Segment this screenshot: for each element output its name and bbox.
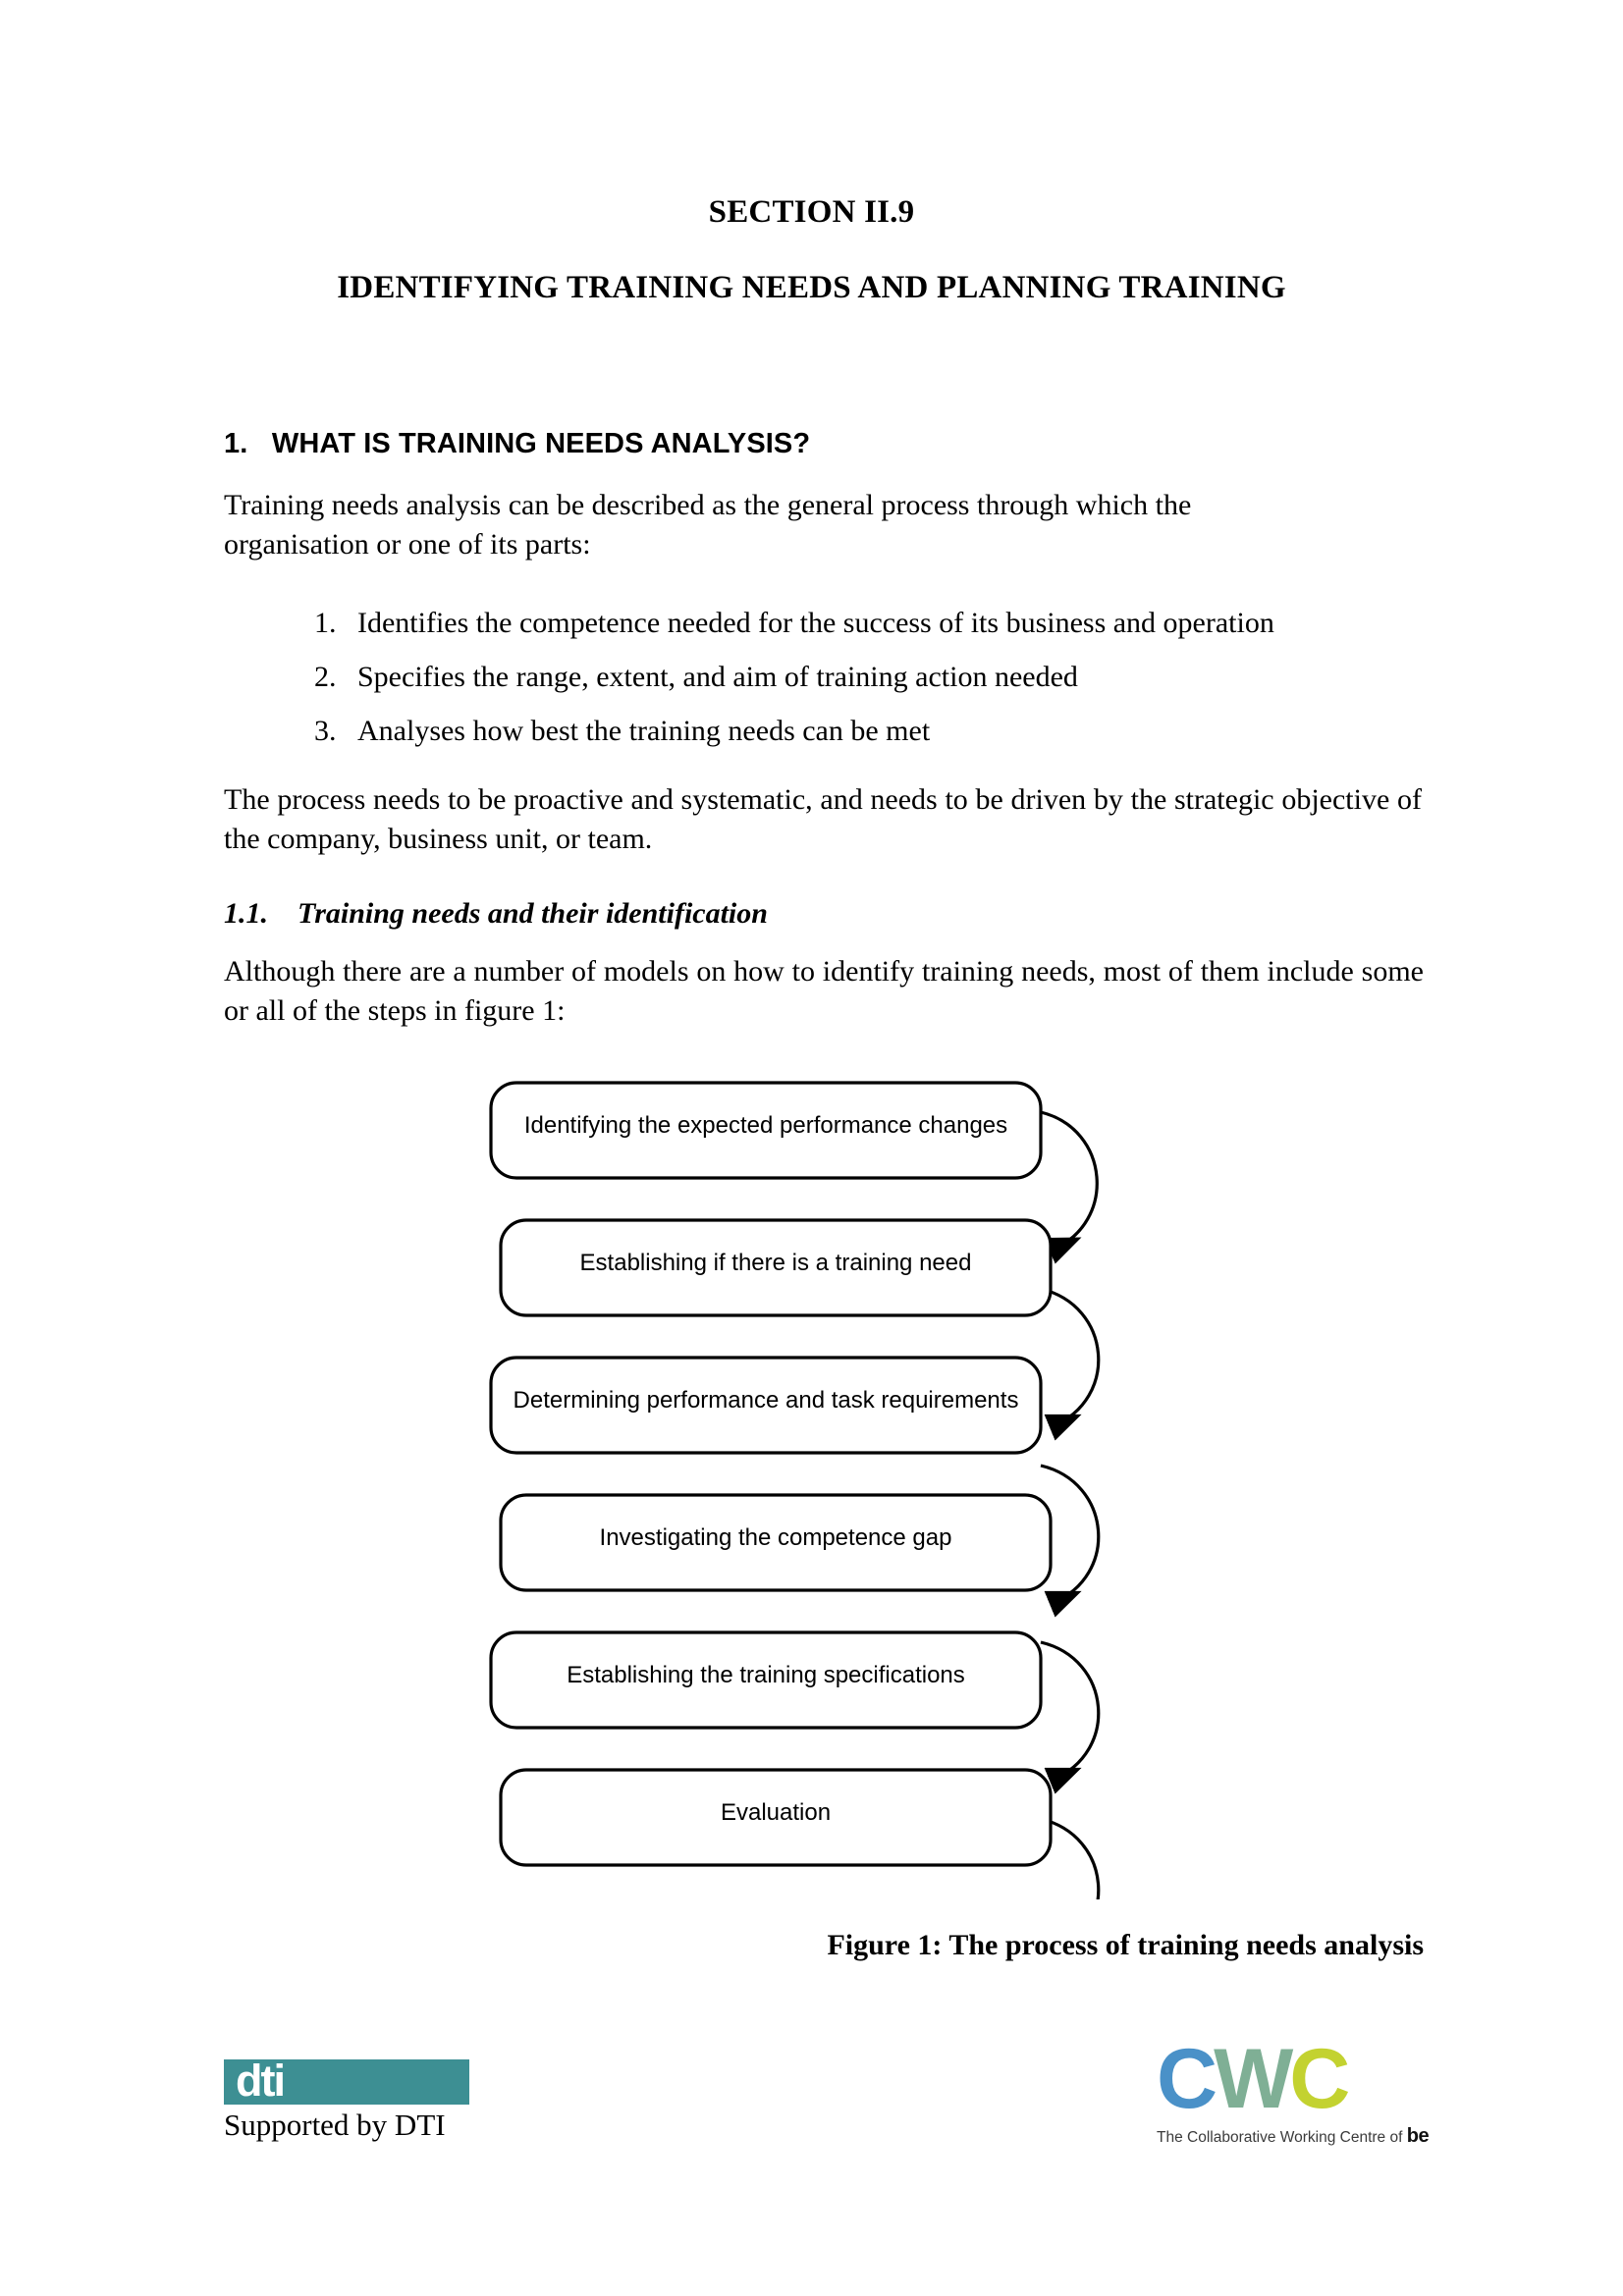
list-item-number: 3. <box>314 715 337 747</box>
process-paragraph: The process needs to be proactive and sy… <box>224 783 1422 855</box>
cwc-letter-c2: C <box>1289 2032 1350 2126</box>
section-heading-1: 1. WHAT IS TRAINING NEEDS ANALYSIS? <box>224 428 811 459</box>
process-flow-diagram: Identifying the expected performance cha… <box>461 1075 1149 1899</box>
flow-diagram-svg <box>489 1081 1101 1899</box>
dti-logo-mark: dti <box>224 2059 469 2105</box>
flow-box-1 <box>489 1081 1043 1180</box>
section-heading-1-1: 1.1. Training needs and their identifica… <box>224 897 768 930</box>
flow-connector-2 <box>1040 1287 1101 1441</box>
dti-support-caption: Supported by DTI <box>224 2108 446 2142</box>
flow-connector-4 <box>1040 1640 1101 1794</box>
cwc-tagline-text: The Collaborative Working Centre of <box>1157 2129 1403 2146</box>
intro-paragraph: Training needs analysis can be described… <box>224 489 1192 561</box>
page-title: IDENTIFYING TRAINING NEEDS AND PLANNING … <box>337 270 1286 305</box>
list-item-number: 1. <box>314 607 337 639</box>
section-label: SECTION II.9 <box>708 194 915 230</box>
list-item: 3. Analyses how best the training needs … <box>314 713 1394 750</box>
list-item-number: 2. <box>314 661 337 693</box>
cwc-wordmark: CWC <box>1157 2037 1451 2121</box>
flow-box-5 <box>489 1630 1043 1730</box>
flow-box-4 <box>499 1493 1053 1592</box>
models-paragraph: Although there are a number of models on… <box>224 955 1424 1027</box>
cwc-letter-w: W <box>1214 2032 1293 2126</box>
flow-box-2 <box>499 1218 1053 1317</box>
list-item-text: Specifies the range, extent, and aim of … <box>357 661 1078 693</box>
cwc-letter-c1: C <box>1157 2032 1217 2126</box>
numbered-list: 1. Identifies the competence needed for … <box>314 605 1394 767</box>
flow-box-3 <box>489 1356 1043 1455</box>
list-item: 1. Identifies the competence needed for … <box>314 605 1394 642</box>
cwc-logo-block: CWC The Collaborative Working Centre of … <box>1157 2037 1451 2148</box>
document-page: SECTION II.9 IDENTIFYING TRAINING NEEDS … <box>0 0 1623 2296</box>
cwc-be-brand: be <box>1406 2125 1430 2147</box>
figure-caption: Figure 1: The process of training needs … <box>827 1929 1424 1961</box>
cwc-tagline: The Collaborative Working Centre of be <box>1157 2125 1451 2148</box>
list-item-text: Identifies the competence needed for the… <box>357 607 1274 639</box>
dti-wordmark: dti <box>236 2059 286 2105</box>
flow-box-6 <box>499 1768 1053 1867</box>
list-item: 2. Specifies the range, extent, and aim … <box>314 659 1394 696</box>
list-item-text: Analyses how best the training needs can… <box>357 715 931 747</box>
flow-connector-1 <box>1040 1110 1099 1264</box>
dti-logo-block: dti Supported by DTI <box>224 2059 479 2145</box>
